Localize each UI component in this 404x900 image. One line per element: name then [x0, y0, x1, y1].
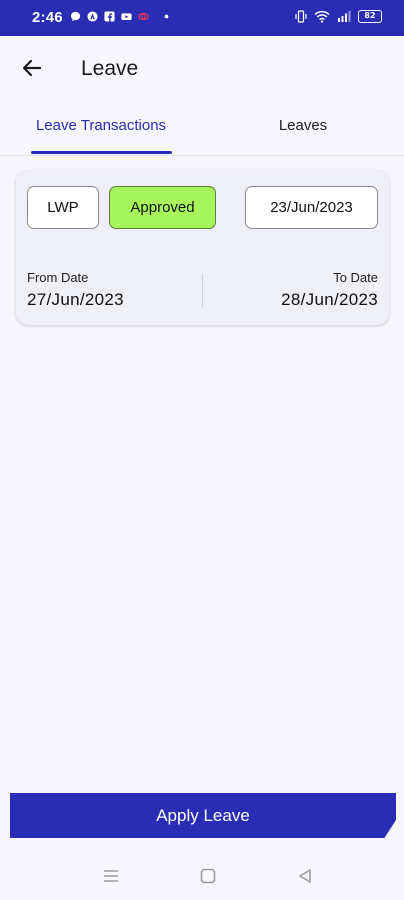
signal-icon	[338, 11, 351, 22]
vibrate-icon	[295, 10, 307, 23]
status-time: 2:46	[32, 9, 63, 26]
app-icon	[87, 11, 98, 22]
status-bar: 2:46 82	[0, 0, 404, 36]
system-back-icon[interactable]	[295, 866, 315, 886]
date-divider	[202, 274, 203, 308]
leave-transaction-card[interactable]: LWP Approved 23/Jun/2023 From Date 27/Ju…	[16, 170, 389, 325]
to-date-block: To Date 28/Jun/2023	[281, 270, 378, 310]
tab-leave-transactions[interactable]: Leave Transactions	[30, 104, 172, 156]
apply-leave-button[interactable]: Apply Leave	[10, 793, 396, 838]
app-bar: Leave	[0, 36, 404, 104]
applied-date-chip: 23/Jun/2023	[245, 186, 378, 229]
status-badge: Approved	[109, 186, 216, 229]
youtube-icon	[121, 13, 132, 21]
active-tab-indicator	[31, 151, 172, 154]
facebook-icon	[104, 11, 115, 22]
from-date-value: 27/Jun/2023	[27, 290, 124, 309]
wifi-icon	[314, 10, 330, 23]
tab-bar: Leave Transactions Leaves	[0, 104, 404, 156]
dot-icon	[164, 14, 169, 19]
leave-type-chip: LWP	[27, 186, 99, 229]
system-nav-bar	[0, 852, 404, 900]
to-date-label: To Date	[333, 270, 378, 285]
recent-apps-icon[interactable]	[101, 866, 121, 886]
tab-leaves[interactable]: Leaves	[232, 104, 374, 156]
to-date-value: 28/Jun/2023	[281, 290, 378, 309]
from-date-label: From Date	[27, 270, 89, 285]
battery-icon: 82	[358, 10, 382, 23]
notification-icon	[138, 12, 149, 21]
home-icon[interactable]	[198, 866, 218, 886]
back-arrow-icon[interactable]	[20, 56, 44, 80]
status-icons-right: 82	[295, 10, 382, 23]
page-title: Leave	[81, 57, 139, 80]
from-date-block: From Date 27/Jun/2023	[27, 270, 124, 310]
status-icons-left	[70, 11, 172, 22]
chat-icon	[70, 11, 81, 22]
